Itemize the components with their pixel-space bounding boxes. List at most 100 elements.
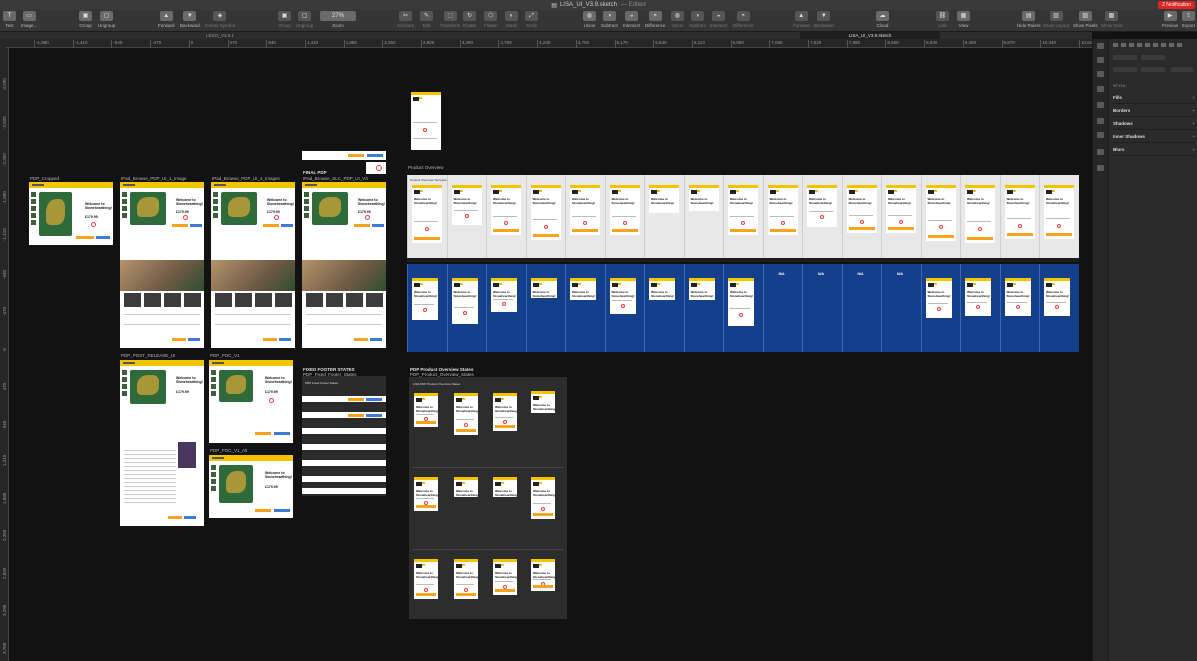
difference-button-2[interactable]: ◓ Difference (733, 11, 753, 28)
mini-pdp-card[interactable]: Welcome to Stonehearthing! (609, 185, 640, 235)
crop-icon[interactable] (1097, 149, 1104, 155)
mini-pdp-card[interactable]: Welcome to Stonehearthing! (531, 391, 555, 413)
resize-icon[interactable] (1097, 118, 1104, 124)
artboard-mobile-pdp[interactable] (411, 92, 441, 150)
footer-state-row[interactable] (302, 460, 386, 466)
artboard-label-ipad-browse-1[interactable]: IPad_Browse_PDP_UI_1_Image (121, 176, 187, 181)
export-icon[interactable] (1097, 57, 1104, 63)
cloud-button[interactable]: ☁ Cloud (876, 11, 889, 28)
mini-pdp-card[interactable]: Welcome to Stonehearthing! (570, 278, 596, 300)
footer-state-row[interactable] (302, 476, 386, 482)
borders-section[interactable]: Borders + (1113, 108, 1195, 117)
mini-pdp-card[interactable]: Welcome to Stonehearthing! (530, 185, 561, 240)
final-pdp-banner[interactable] (302, 151, 386, 160)
mini-pdp-card[interactable]: Welcome to Stonehearthing! (1004, 278, 1031, 316)
ungroup-button[interactable]: ▢ Ungroup (98, 11, 115, 28)
mini-pdp-card[interactable]: Welcome to Stonehearthing! (925, 278, 952, 318)
distribute-h-icon[interactable] (1137, 43, 1142, 47)
more-align-icon[interactable] (1177, 43, 1182, 47)
backward-button[interactable]: ▼ Backward (180, 11, 200, 28)
layer-icon[interactable] (1097, 43, 1104, 49)
add-fill-icon[interactable]: + (1192, 95, 1195, 100)
artboard-label-pdp-cropped[interactable]: PDP_Cropped (30, 176, 59, 181)
mini-pdp-card[interactable]: Welcome to Stonehearthing! (1004, 185, 1035, 239)
align-middle-icon[interactable] (1153, 43, 1158, 47)
mini-pdp-card[interactable]: Welcome to Stonehearthing! (886, 185, 916, 233)
artboard-label-final-pdp[interactable]: FINAL PDP (303, 170, 327, 175)
mini-pdp-card[interactable]: Welcome to Stonehearthing! (454, 559, 478, 599)
shadows-section[interactable]: Shadows + (1113, 121, 1195, 130)
grid-icon[interactable] (1097, 165, 1104, 171)
mini-pdp-card[interactable]: Welcome to Stonehearthing! (414, 477, 438, 511)
mini-pdp-card[interactable]: Welcome to Stonehearthing! (414, 559, 438, 599)
y-field[interactable] (1141, 55, 1165, 60)
mini-pdp-card[interactable]: Welcome to Stonehearthing! (531, 559, 555, 591)
fill-icon[interactable] (1097, 132, 1104, 138)
mini-pdp-card[interactable]: Welcome to Stonehearthing! (846, 185, 877, 233)
mask-button[interactable]: ◐ Mask (505, 11, 518, 28)
artboard-ipad-browse-1[interactable]: Welcome to Stonehearthing! £179.99 (120, 182, 204, 348)
forward-button[interactable]: ▲ Forward (158, 11, 175, 28)
forward-button-2[interactable]: ▲ Forward (793, 11, 810, 28)
mini-pdp-card[interactable]: Welcome to Stonehearthing! (454, 477, 478, 497)
mini-pdp-card[interactable]: Welcome to Stonehearthing! (1044, 278, 1070, 316)
notification-badge[interactable]: 2 Notification (1158, 1, 1195, 9)
footer-state-row[interactable] (302, 412, 386, 418)
mini-pdp-card[interactable]: Welcome to Stonehearthing! (412, 185, 442, 243)
footer-state-row[interactable] (302, 396, 386, 402)
union-button-2[interactable]: ◍ Union (671, 11, 684, 28)
add-inner-shadow-icon[interactable]: + (1192, 134, 1195, 139)
mini-pdp-card[interactable]: Welcome to Stonehearthing! (965, 185, 995, 243)
footer-state-row[interactable] (302, 428, 386, 434)
flatten-button[interactable]: ⬡ Flatten (484, 11, 498, 28)
hide-rulers-button[interactable]: ▤ Hide Rulers (1017, 11, 1041, 28)
artboard-pdp-cropped[interactable]: Welcome to Stonehearthing! £179.99 (29, 182, 113, 245)
subtract-button[interactable]: ◑ Subtract (601, 11, 618, 28)
intersect-button[interactable]: ◒ Intersect (623, 11, 640, 28)
mini-pdp-card[interactable]: Welcome to Stonehearthing! (491, 278, 517, 312)
backward-button-2[interactable]: ▼ Backward (814, 11, 834, 28)
mini-pdp-card[interactable]: Welcome to Stonehearthing! (454, 393, 478, 435)
fixed-footer-states-board[interactable]: PDP Fixed Footer States (302, 376, 386, 496)
mini-pdp-card[interactable]: Welcome to Stonehearthing! (531, 477, 555, 519)
show-layout-button[interactable]: ▥ Show Layout (1043, 11, 1069, 28)
mini-pdp-card[interactable]: Welcome to Stonehearthing! (609, 278, 636, 314)
gear-icon[interactable] (1097, 102, 1104, 108)
mini-pdp-card[interactable]: Welcome to Stonehearthing! (728, 278, 754, 326)
footer-state-row[interactable] (302, 444, 386, 450)
artboard-label-poc-v1-alt[interactable]: PDP_POC_V1_Alt (210, 448, 247, 453)
zoom-value[interactable]: 27% (320, 11, 356, 21)
artboard-ipad-browse-4[interactable]: Welcome to Stonehearthing! £179.99 (211, 182, 295, 348)
product-overview-dark[interactable]: Welcome to Stonehearthing! Welcome to Sto… (407, 264, 1079, 352)
mini-pdp-card[interactable]: Welcome to Stonehearthing! (767, 185, 798, 235)
mini-pdp-card[interactable]: Welcome to Stonehearthing! (530, 278, 557, 298)
canvas[interactable]: PDP_Cropped Welcome to Stonehearthing! £… (9, 48, 1092, 661)
edit-button[interactable]: ✎ Edit (420, 11, 433, 28)
inner-shadows-section[interactable]: Inner Shadows + (1113, 134, 1195, 143)
height-field[interactable] (1141, 67, 1165, 72)
pin-icon[interactable] (1097, 86, 1104, 92)
mini-pdp-card[interactable]: Welcome to Stonehearthing! (414, 393, 438, 427)
add-blur-icon[interactable]: + (1192, 147, 1195, 152)
mini-pdp-card[interactable]: Welcome to Stonehearthing! (1044, 185, 1074, 239)
artboard-post-release[interactable]: Welcome to Stonehearthing! £179.99 (120, 360, 204, 526)
tab-lego-v391[interactable]: LEGO_V3.9.1 (170, 32, 270, 39)
show-pixels-button[interactable]: ▧ Show Pixels (1073, 11, 1098, 28)
x-field[interactable] (1113, 55, 1137, 60)
mini-pdp-card[interactable]: Welcome to Stonehearthing! (412, 278, 438, 320)
add-border-icon[interactable]: + (1192, 108, 1195, 113)
mini-pdp-card[interactable]: Welcome to Stonehearthing! (570, 185, 600, 235)
show-grid-button[interactable]: ▩ Show Grid (1101, 11, 1122, 28)
rotate-button[interactable]: ↻ Rotate (463, 11, 476, 28)
align-center-icon[interactable] (1121, 43, 1126, 47)
blurs-section[interactable]: Blurs + (1113, 147, 1195, 156)
width-field[interactable] (1113, 67, 1137, 72)
artboard-ipad-browse-slc[interactable]: Welcome to Stonehearthing! £179.99 (302, 182, 386, 348)
mini-pdp-card[interactable]: Welcome to Stonehearthing! (965, 278, 991, 316)
intersect-button-2[interactable]: ◒ Intersect (710, 11, 727, 28)
preview-button[interactable]: ▶ Preview (1162, 11, 1178, 28)
group-button[interactable]: ▣ Group (79, 11, 92, 28)
subtract-button-2[interactable]: ◑ Subtract (689, 11, 706, 28)
export-button[interactable]: ⇪ Export (1182, 11, 1195, 28)
scissors-button[interactable]: ✂ Scissors (397, 11, 414, 28)
